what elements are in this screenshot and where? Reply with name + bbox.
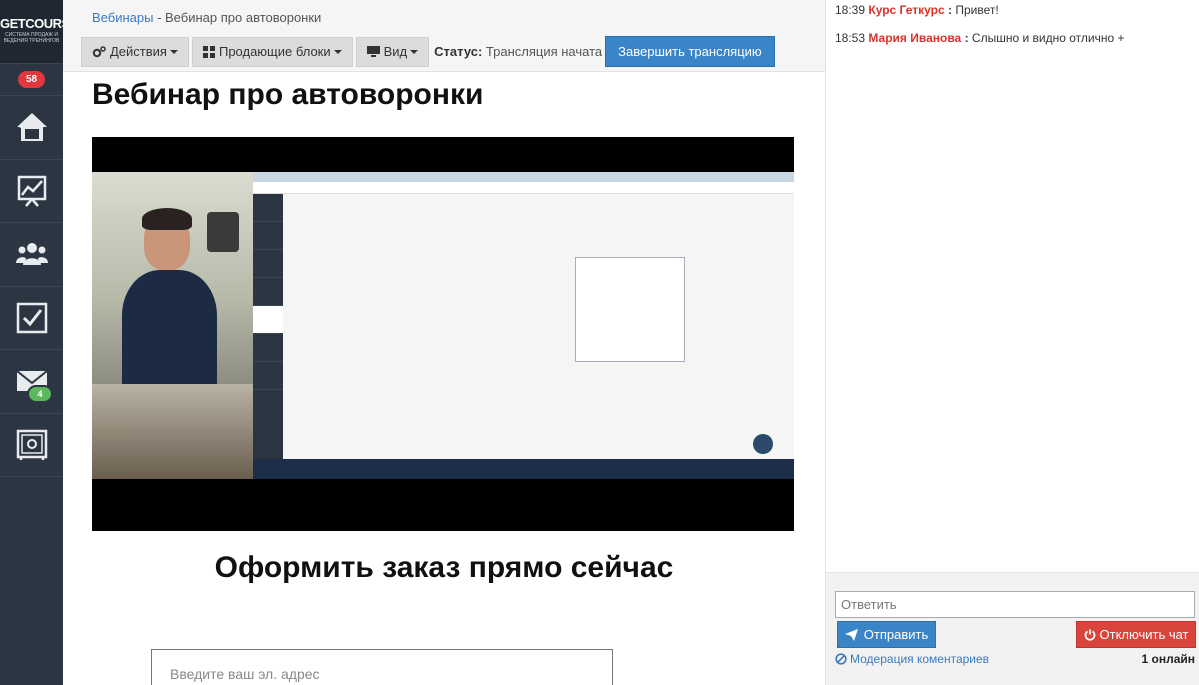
actions-dropdown-button[interactable]: Действия — [81, 36, 189, 67]
breadcrumb-separator: - — [153, 10, 166, 25]
disable-chat-label: Отключить чат — [1099, 627, 1189, 642]
logo-title: GETCOURSE — [0, 16, 78, 31]
webcam-audience — [92, 384, 253, 479]
actions-label: Действия — [110, 44, 167, 59]
shared-dropdown — [575, 257, 685, 362]
message-colon: : — [948, 3, 953, 17]
sidebar-item-tasks[interactable] — [0, 287, 63, 350]
chevron-down-icon — [333, 49, 342, 54]
moderation-link[interactable]: Модерация коментариев — [835, 652, 989, 666]
chat-message: 18:39 Курс Геткурс : Привет! — [835, 3, 999, 17]
online-count: 1 онлайн — [1141, 652, 1195, 666]
home-icon — [16, 113, 47, 142]
email-field[interactable] — [151, 649, 613, 685]
presenter-figure — [122, 208, 217, 384]
screen-share — [253, 172, 794, 479]
mail-badge: 4 — [27, 385, 53, 403]
status-label: Статус: — [434, 44, 483, 59]
stream-status: Статус: Трансляция начата — [434, 44, 602, 59]
webcam-presenter — [92, 172, 253, 384]
sidebar-item-mail[interactable]: 4 — [0, 350, 63, 414]
message-time: 18:39 — [835, 3, 866, 17]
chat-message: 18:53 Мария Иванова : Слышно и видно отл… — [835, 31, 1124, 45]
ban-icon — [835, 653, 847, 665]
monitor-icon — [366, 45, 380, 57]
sidebar-item-safe[interactable] — [0, 414, 63, 477]
breadcrumb: Вебинары - Вебинар про автоворонки — [92, 10, 321, 25]
power-icon — [1084, 629, 1095, 641]
message-time: 18:53 — [835, 31, 866, 45]
sidebar-item-users[interactable] — [0, 223, 63, 287]
main-content: Вебинары - Вебинар про автоворонки Дейст… — [63, 0, 825, 685]
chart-icon — [17, 175, 46, 207]
gears-icon — [92, 45, 106, 57]
message-author[interactable]: Мария Иванова — [868, 31, 961, 45]
users-icon — [15, 243, 48, 266]
selling-blocks-dropdown-button[interactable]: Продающие блоки — [191, 36, 353, 67]
order-title: Оформить заказ прямо сейчас — [214, 551, 674, 584]
finish-stream-button[interactable]: Завершить трансляцию — [605, 36, 775, 67]
chevron-down-icon — [410, 49, 419, 54]
message-text: Привет! — [955, 3, 999, 17]
browser-tabs — [253, 172, 794, 182]
message-colon: : — [964, 31, 969, 45]
video-player[interactable] — [92, 137, 794, 531]
grid-icon — [202, 45, 215, 58]
chat-bubble-icon — [753, 434, 773, 454]
status-value: Трансляция начата — [485, 44, 603, 59]
toolbar: Действия Продающие блоки Вид Статус: Тра… — [81, 36, 775, 67]
view-label: Вид — [383, 44, 408, 59]
breadcrumb-webinars-link[interactable]: Вебинары — [92, 10, 153, 25]
topbar: Вебинары - Вебинар про автоворонки Дейст… — [63, 0, 825, 72]
safe-icon — [16, 429, 47, 460]
shared-sidebar — [253, 194, 283, 459]
disable-chat-button[interactable]: Отключить чат — [1076, 621, 1196, 648]
chat-panel: 18:39 Курс Геткурс : Привет! 18:53 Мария… — [825, 0, 1199, 685]
selling-blocks-label: Продающие блоки — [218, 44, 331, 59]
sidebar-item-stats[interactable] — [0, 160, 63, 223]
send-button[interactable]: Отправить — [837, 621, 936, 648]
reply-input[interactable] — [835, 591, 1195, 618]
sidebar-item-home[interactable] — [0, 96, 63, 160]
logo[interactable]: GETCOURSE СИСТЕМА ПРОДАЖ И ВЕДЕНИЯ ТРЕНИ… — [0, 0, 78, 64]
chat-footer: Отправить Отключить чат Модерация комент… — [826, 572, 1199, 685]
breadcrumb-current: Вебинар про автоворонки — [165, 10, 322, 25]
notifications[interactable]: 58 — [0, 64, 63, 96]
camera-tripod — [207, 212, 239, 252]
send-icon — [844, 628, 858, 641]
browser-urlbar — [253, 182, 794, 194]
tasks-icon — [16, 302, 47, 333]
message-author[interactable]: Курс Геткурс — [868, 3, 944, 17]
left-sidebar: GETCOURSE СИСТЕМА ПРОДАЖ И ВЕДЕНИЯ ТРЕНИ… — [0, 0, 78, 685]
message-text: Слышно и видно отлично + — [971, 31, 1125, 45]
page-title: Вебинар про автоворонки — [92, 78, 484, 111]
logo-subtitle: СИСТЕМА ПРОДАЖ И ВЕДЕНИЯ ТРЕНИНГОВ — [3, 32, 60, 44]
chevron-down-icon — [169, 49, 178, 54]
notifications-badge[interactable]: 58 — [17, 71, 46, 88]
moderation-label: Модерация коментариев — [850, 652, 990, 666]
view-dropdown-button[interactable]: Вид — [355, 36, 430, 67]
send-label: Отправить — [863, 627, 929, 642]
shared-taskbar — [253, 459, 794, 479]
